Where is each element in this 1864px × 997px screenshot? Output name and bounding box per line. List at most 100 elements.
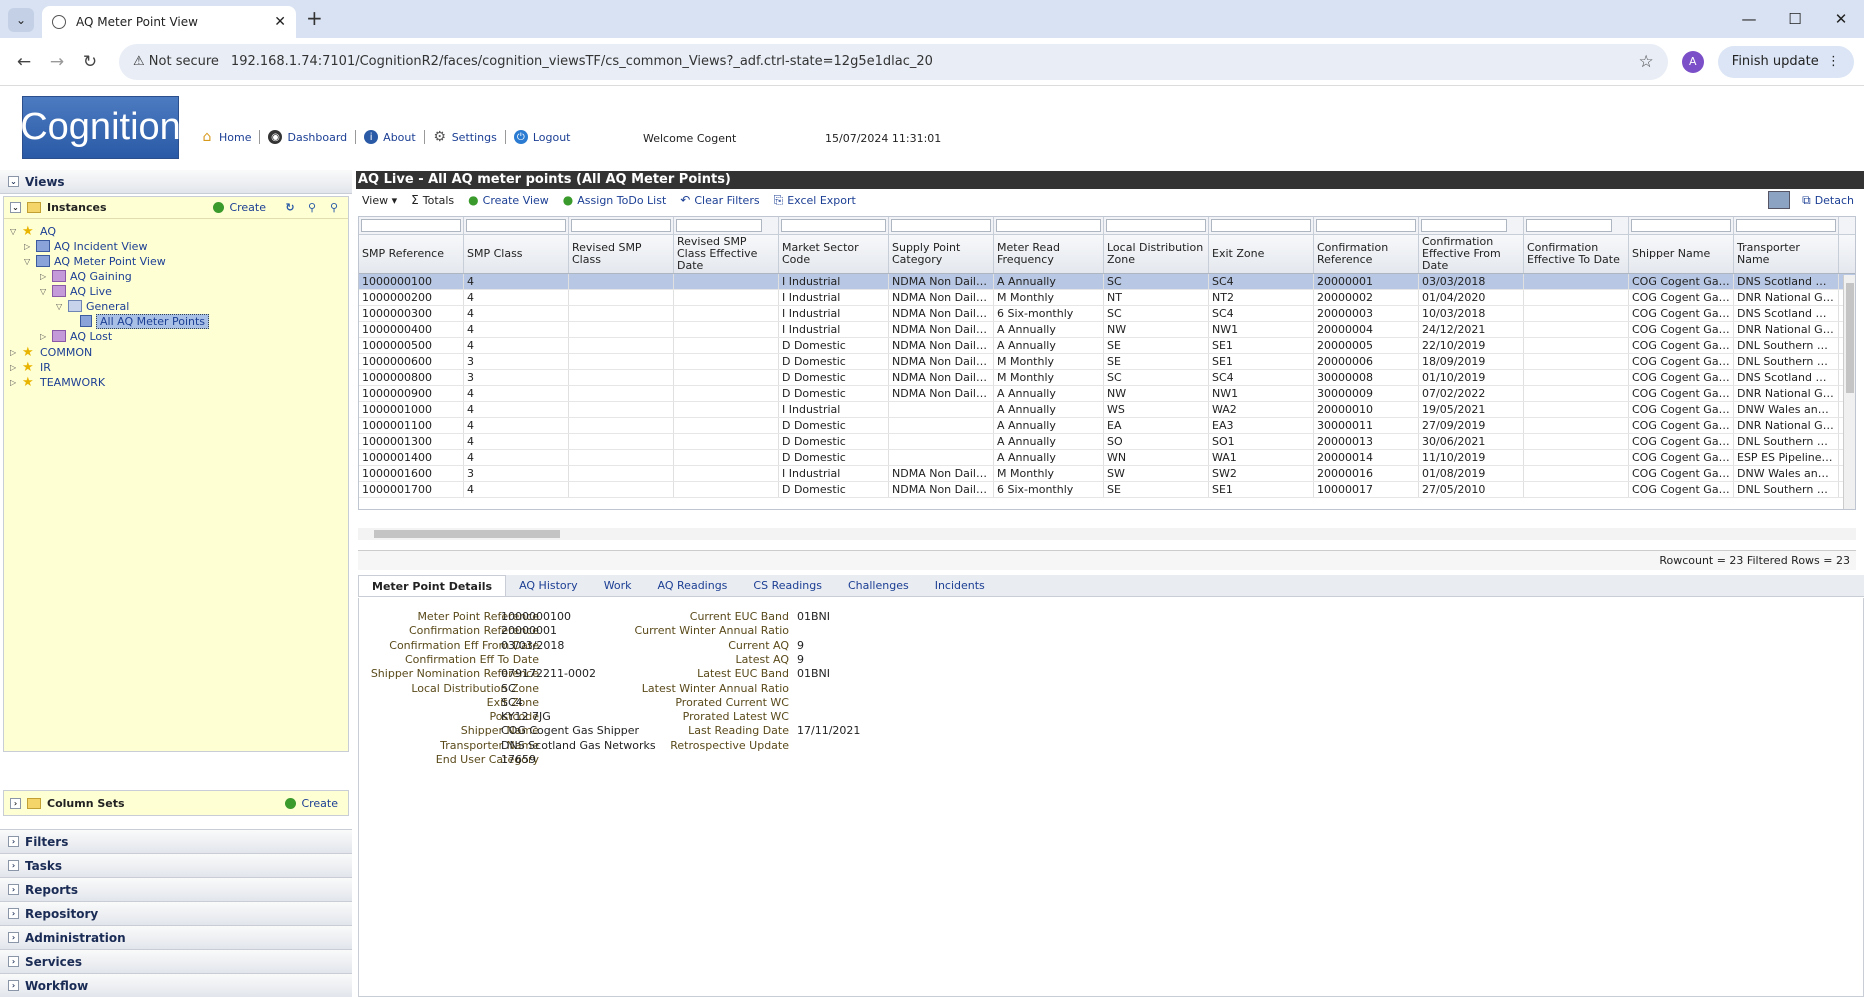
tree-node-aq-gaining[interactable]: ▷ AQ Gaining [40,268,132,284]
refresh-icon[interactable]: ↻ [282,200,298,216]
table-row[interactable]: 1000000200 4 I Industrial NDMA Non Daily ..… [359,290,1855,306]
column-header[interactable]: Confirmation Effective From Date [1419,235,1524,273]
filter-cell[interactable] [464,217,569,234]
bookmark-star-icon[interactable]: ☆ [1639,52,1654,72]
create-view-button[interactable]: ● Create View [468,193,549,207]
tab-work[interactable]: Work [591,575,645,596]
accordion-administration[interactable]: › Administration [0,925,352,949]
reload-icon[interactable]: ↻ [76,52,104,72]
forward-icon[interactable]: → [43,52,71,72]
nav-dashboard[interactable]: ◉ Dashboard [268,130,347,144]
filter-cell[interactable] [569,217,674,234]
filter-cell[interactable] [1629,217,1734,234]
accordion-workflow[interactable]: › Workflow [0,973,352,997]
table-row[interactable]: 1000000400 4 I Industrial NDMA Non Daily ..… [359,322,1855,338]
table-row[interactable]: 1000001100 4 D Domestic A Annually EA EA3 3000… [359,418,1855,434]
table-row[interactable]: 1000000900 4 D Domestic NDMA Non Daily ... A… [359,386,1855,402]
filter-cell[interactable] [889,217,994,234]
collapse-arrow-icon[interactable]: ▽ [40,287,49,296]
tree-node-aq-meter-point-view[interactable]: ▽ AQ Meter Point View [24,253,166,269]
collapse-arrow-icon[interactable]: ▽ [56,302,65,311]
new-tab-icon[interactable]: + [306,6,323,30]
expand-arrow-icon[interactable]: ▷ [24,242,33,251]
tab-aq-readings[interactable]: AQ Readings [645,575,741,596]
filter-cell[interactable] [994,217,1104,234]
tab-challenges[interactable]: Challenges [835,575,922,596]
nav-home[interactable]: ⌂ Home [200,129,252,145]
scroll-thumb[interactable] [374,530,560,538]
column-header[interactable]: SMP Reference [359,235,464,273]
create-instance-button[interactable]: Create [213,201,266,214]
accordion-filters[interactable]: › Filters [0,829,352,853]
filter-cell[interactable] [1734,217,1839,234]
detach-button[interactable]: ⧉ Detach [1802,193,1854,208]
create-column-set-button[interactable]: Create [285,797,338,810]
column-header[interactable]: Meter Read Frequency [994,235,1104,273]
table-row[interactable]: 1000000100 4 I Industrial NDMA Non Daily ..… [359,274,1855,290]
tab-aq-history[interactable]: AQ History [506,575,591,596]
scroll-thumb[interactable] [1846,283,1854,393]
close-window-icon[interactable]: ✕ [1818,0,1864,38]
tree-node-aq-incident-view[interactable]: ▷ AQ Incident View [24,238,147,254]
filter-cell[interactable] [1314,217,1419,234]
filter-cell[interactable] [1209,217,1314,234]
table-row[interactable]: 1000001700 4 D Domestic NDMA Non Daily ... 6… [359,482,1855,498]
filter-cell[interactable] [1419,217,1524,234]
back-icon[interactable]: ← [10,52,38,72]
expand-arrow-icon[interactable]: ▷ [10,378,19,387]
column-header[interactable]: Supply Point Category [889,235,994,273]
expand-arrow-icon[interactable]: ▷ [40,332,49,341]
table-row[interactable]: 1000001400 4 D Domestic A Annually WN WA1 2000… [359,450,1855,466]
accordion-services[interactable]: › Services [0,949,352,973]
vertical-scrollbar[interactable] [1843,275,1855,509]
excel-export-button[interactable]: ⎘ Excel Export [774,193,856,208]
column-header[interactable]: Revised SMP Class [569,235,674,273]
horizontal-scrollbar[interactable] [358,528,1856,540]
collapse-icon[interactable]: ⌄ [8,176,19,187]
filter-cell[interactable] [779,217,889,234]
tree-node-ir[interactable]: ▷ ★ IR [10,359,51,375]
totals-button[interactable]: Σ Totals [411,193,454,207]
tree-node-common[interactable]: ▷ ★ COMMON [10,344,92,360]
view-menu[interactable]: View ▾ [362,194,397,207]
expand-icon[interactable]: › [10,797,21,809]
column-header[interactable]: Local Distribution Zone [1104,235,1209,273]
tree-node-aq-live[interactable]: ▽ AQ Live [40,283,112,299]
table-row[interactable]: 1000000500 4 D Domestic NDMA Non Daily ... A… [359,338,1855,354]
tree-node-general[interactable]: ▽ General [56,298,129,314]
clear-filters-button[interactable]: ↶ Clear Filters [680,193,759,207]
filter-cell[interactable] [1524,217,1629,234]
search-icon[interactable]: ⚲ [304,200,320,216]
nav-logout[interactable]: ⏻ Logout [513,130,571,144]
column-header[interactable]: Market Sector Code [779,235,889,273]
table-row[interactable]: 1000001000 4 I Industrial A Annually WS WA2 20… [359,402,1855,418]
expand-arrow-icon[interactable]: ▷ [10,348,19,357]
collapse-arrow-icon[interactable]: ▽ [24,257,33,266]
column-header[interactable]: Shipper Name [1629,235,1734,273]
column-header[interactable]: Revised SMP Class Effective Date [674,235,779,273]
expand-arrow-icon[interactable]: ▷ [40,272,49,281]
column-header[interactable]: Exit Zone [1209,235,1314,273]
finish-update-button[interactable]: Finish update ⋮ [1717,45,1854,78]
column-sets-header[interactable]: › Column Sets Create [3,790,349,816]
tab-cs-readings[interactable]: CS Readings [740,575,835,596]
filter-cell[interactable] [674,217,779,234]
column-header[interactable]: Confirmation Reference [1314,235,1419,273]
filter-cell[interactable] [359,217,464,234]
tree-node-all-aq-meter-points[interactable]: All AQ Meter Points [80,313,210,329]
url-text[interactable]: 192.168.1.74:7101/CognitionR2/faces/cogn… [231,54,1639,69]
accordion-repository[interactable]: › Repository [0,901,352,925]
expand-arrow-icon[interactable]: ▷ [10,363,19,372]
column-header[interactable]: Transporter Name [1734,235,1839,273]
browser-tab[interactable]: AQ Meter Point View ✕ [42,6,296,38]
accordion-reports[interactable]: › Reports [0,877,352,901]
table-row[interactable]: 1000000800 3 D Domestic NDMA Non Daily ... M… [359,370,1855,386]
collapse-arrow-icon[interactable]: ▽ [10,227,19,236]
tree-node-aq-lost[interactable]: ▷ AQ Lost [40,328,112,344]
tree-node-aq[interactable]: ▽ ★ AQ [10,223,56,239]
filter-cell[interactable] [1104,217,1209,234]
filter-icon[interactable]: ⚲ [326,200,342,216]
not-secure-badge[interactable]: ⚠ Not secure [133,54,219,69]
tab-search-chevron-icon[interactable]: ⌄ [8,8,34,32]
tab-incidents[interactable]: Incidents [922,575,998,596]
